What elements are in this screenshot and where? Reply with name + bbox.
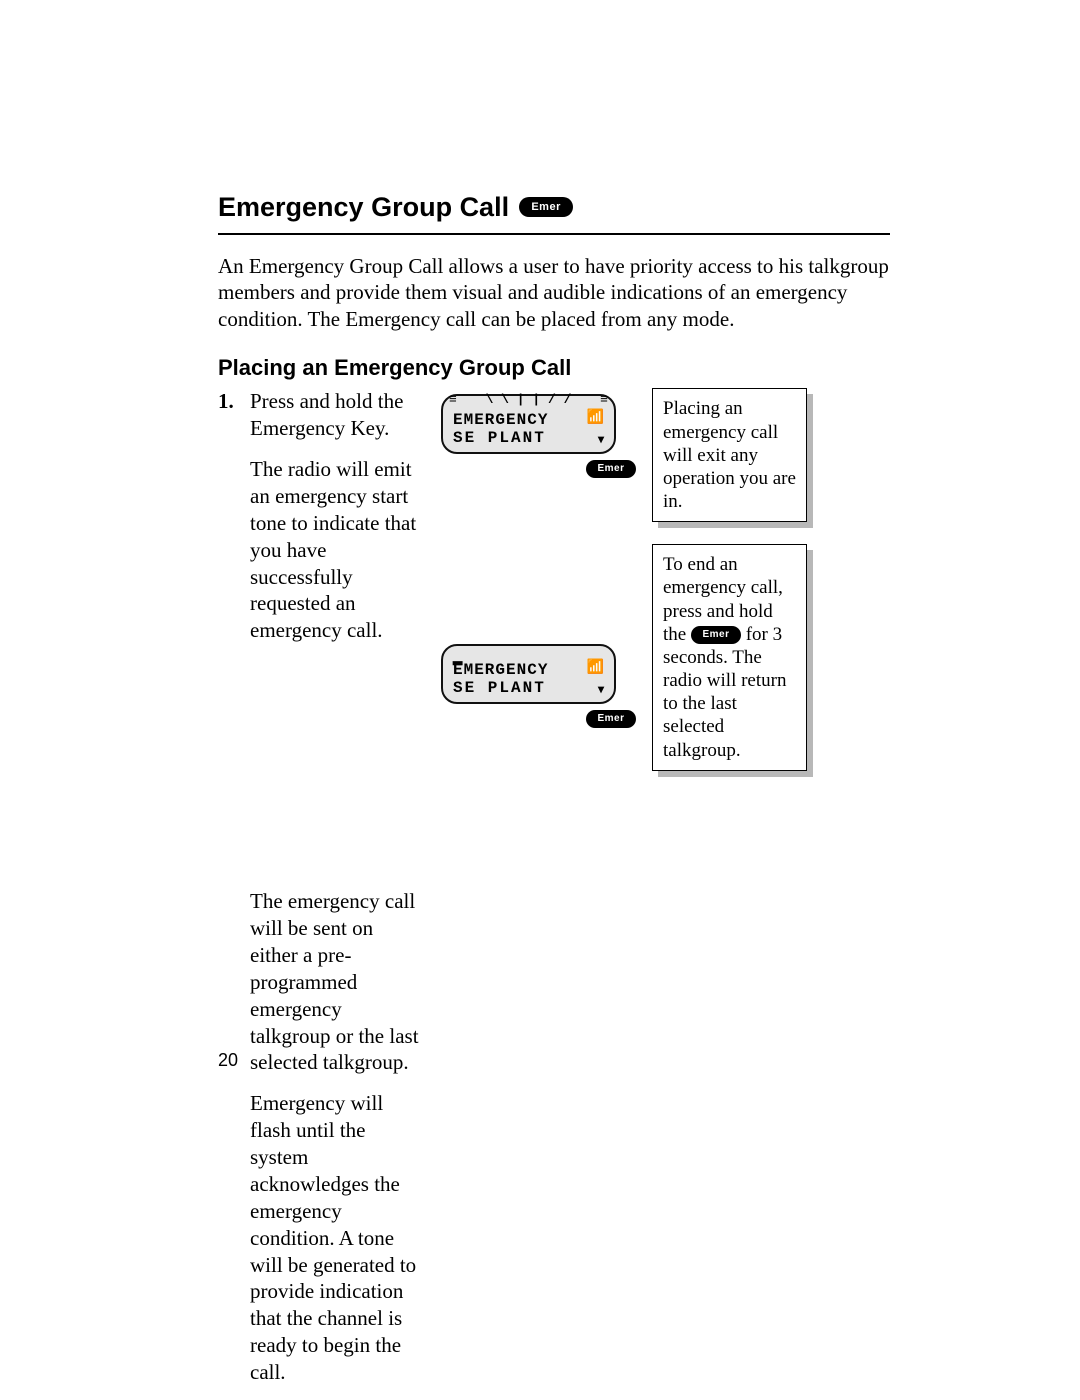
step-text-column: Press and hold the Emergency Key. The ra…: [250, 388, 425, 1400]
emer-key-under-screen: Emer: [441, 460, 636, 478]
down-arrow-icon: ▾: [598, 683, 604, 698]
emer-key-icon: Emer: [586, 710, 636, 728]
emer-key-under-screen: Emer: [441, 710, 636, 728]
emer-key-icon: Emer: [691, 626, 741, 644]
manual-page: Emergency Group Call Emer An Emergency G…: [0, 0, 1080, 1397]
note-text: To end an emergency call, press and hold…: [652, 544, 807, 771]
emer-key-label: Emer: [597, 463, 624, 476]
page-number: 20: [218, 1049, 238, 1072]
antenna-icon: 📶: [587, 660, 604, 678]
note-box-1: Placing an emergency call will exit any …: [652, 388, 807, 522]
lcd-line-2: SE PLANT: [453, 678, 546, 698]
lcd-line-2: SE PLANT: [453, 428, 546, 448]
notes-column: Placing an emergency call will exit any …: [652, 388, 827, 792]
heading-rule: [218, 233, 890, 235]
step-1: 1. Press and hold the Emergency Key. The…: [218, 388, 890, 1400]
lcd-screen: ▂ EMERGENCY SE PLANT 📶 ▾: [441, 644, 616, 704]
radio-screen-2: ▂ EMERGENCY SE PLANT 📶 ▾ Emer: [441, 644, 636, 728]
step-body: Press and hold the Emergency Key. The ra…: [250, 388, 890, 1400]
radio-screens-column: ≡ \ \ | | / / ≡ EMERGENCY SE PLANT 📶 ▾: [441, 388, 636, 744]
flash-right-icon: ≡: [600, 392, 608, 409]
lcd-screen: ≡ \ \ | | / / ≡ EMERGENCY SE PLANT 📶 ▾: [441, 394, 616, 454]
antenna-icon: 📶: [587, 410, 604, 428]
emer-key-icon: Emer: [519, 197, 573, 217]
emer-key-label: Emer: [531, 200, 561, 214]
step-text-a: Press and hold the Emergency Key.: [250, 388, 425, 442]
emer-key-label: Emer: [597, 713, 624, 726]
flash-left-icon: ≡: [449, 392, 457, 409]
flash-top-icon: \ \ | | / /: [486, 392, 572, 409]
section-heading: Emergency Group Call Emer: [218, 190, 890, 225]
flash-marks: ≡ \ \ | | / / ≡: [449, 392, 608, 409]
step-text-c: The emergency call will be sent on eithe…: [250, 888, 425, 1076]
note-text: Placing an emergency call will exit any …: [652, 388, 807, 522]
emer-key-icon: Emer: [586, 460, 636, 478]
step-list: 1. Press and hold the Emergency Key. The…: [218, 388, 890, 1400]
step-text-d: Emergency will flash until the system ac…: [250, 1090, 425, 1386]
step-number: 1.: [218, 388, 250, 415]
radio-screen-1: ≡ \ \ | | / / ≡ EMERGENCY SE PLANT 📶 ▾: [441, 394, 636, 478]
down-arrow-icon: ▾: [598, 433, 604, 448]
section-title: Emergency Group Call: [218, 190, 509, 225]
subsection-heading: Placing an Emergency Group Call: [218, 354, 890, 382]
emer-key-label: Emer: [702, 629, 729, 641]
step-text-b: The radio will emit an emergency start t…: [250, 456, 425, 644]
note-box-2: To end an emergency call, press and hold…: [652, 544, 807, 771]
intro-paragraph: An Emergency Group Call allows a user to…: [218, 253, 890, 334]
